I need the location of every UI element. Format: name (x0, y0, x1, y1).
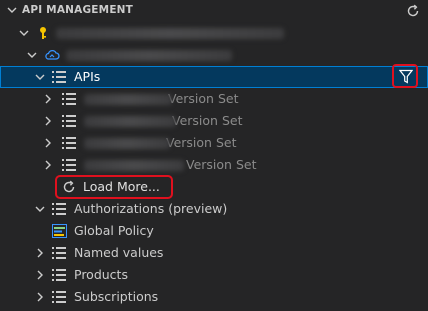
api-item-suffix: Version Set (172, 113, 243, 128)
chevron-down-icon[interactable] (6, 4, 18, 19)
api-item-suffix: Version Set (168, 91, 239, 106)
api-item[interactable]: Version Set (0, 110, 428, 132)
api-item-label: Version Set (84, 113, 242, 128)
chevron-right-icon[interactable] (34, 269, 46, 281)
api-item[interactable]: Version Set (0, 154, 428, 176)
policy-icon (52, 224, 67, 238)
global-policy-label: Global Policy (74, 223, 154, 238)
list-icon (62, 136, 76, 150)
named-values-label: Named values (74, 245, 164, 260)
list-icon (62, 158, 76, 172)
list-icon (52, 70, 66, 84)
chevron-down-icon[interactable] (34, 71, 46, 83)
api-item-suffix: Version Set (186, 157, 257, 172)
tree-item-products[interactable]: Products (0, 264, 428, 286)
tree-item-subscriptions[interactable]: Subscriptions (0, 286, 428, 308)
chevron-down-icon[interactable] (34, 203, 46, 215)
panel-title: API MANAGEMENT (22, 4, 134, 16)
chevron-right-icon[interactable] (42, 159, 54, 171)
chevron-down-icon[interactable] (26, 49, 38, 61)
list-icon (52, 202, 66, 216)
tree-item-service[interactable] (0, 44, 428, 66)
tree-item-apis[interactable]: APIs (0, 66, 428, 88)
list-icon (62, 114, 76, 128)
cloud-icon (44, 48, 60, 62)
api-item-label: Version Set (84, 91, 238, 106)
refresh-icon (62, 180, 76, 194)
chevron-down-icon[interactable] (18, 27, 30, 39)
api-item-suffix: Version Set (166, 135, 237, 150)
service-name-redacted (66, 47, 232, 62)
tree-item-authorizations[interactable]: Authorizations (preview) (0, 198, 428, 220)
tree-item-global-policy[interactable]: Global Policy (0, 220, 428, 242)
list-icon (52, 290, 66, 304)
api-item-label: Version Set (84, 135, 236, 150)
api-item[interactable]: Version Set (0, 132, 428, 154)
chevron-right-icon[interactable] (42, 137, 54, 149)
chevron-right-icon[interactable] (42, 93, 54, 105)
panel-header[interactable]: API MANAGEMENT (0, 0, 428, 22)
chevron-right-icon[interactable] (42, 115, 54, 127)
subscriptions-label: Subscriptions (74, 289, 159, 304)
refresh-icon[interactable] (406, 4, 420, 21)
apis-label: APIs (74, 69, 101, 84)
filter-button[interactable] (392, 64, 418, 88)
list-icon (62, 92, 76, 106)
products-label: Products (74, 267, 128, 282)
list-icon (52, 268, 66, 282)
load-more-label: Load More... (83, 179, 160, 194)
api-item-label: Version Set (84, 157, 256, 172)
tree-item-named-values[interactable]: Named values (0, 242, 428, 264)
key-icon (36, 26, 50, 40)
chevron-right-icon[interactable] (34, 291, 46, 303)
filter-icon (399, 69, 413, 84)
api-item[interactable]: Version Set (0, 88, 428, 110)
chevron-right-icon[interactable] (34, 247, 46, 259)
list-icon (52, 246, 66, 260)
subscription-name-redacted (56, 25, 284, 40)
load-more-item[interactable]: Load More... (0, 176, 428, 198)
tree-item-subscription[interactable] (0, 22, 428, 44)
authorizations-label: Authorizations (preview) (74, 201, 228, 216)
